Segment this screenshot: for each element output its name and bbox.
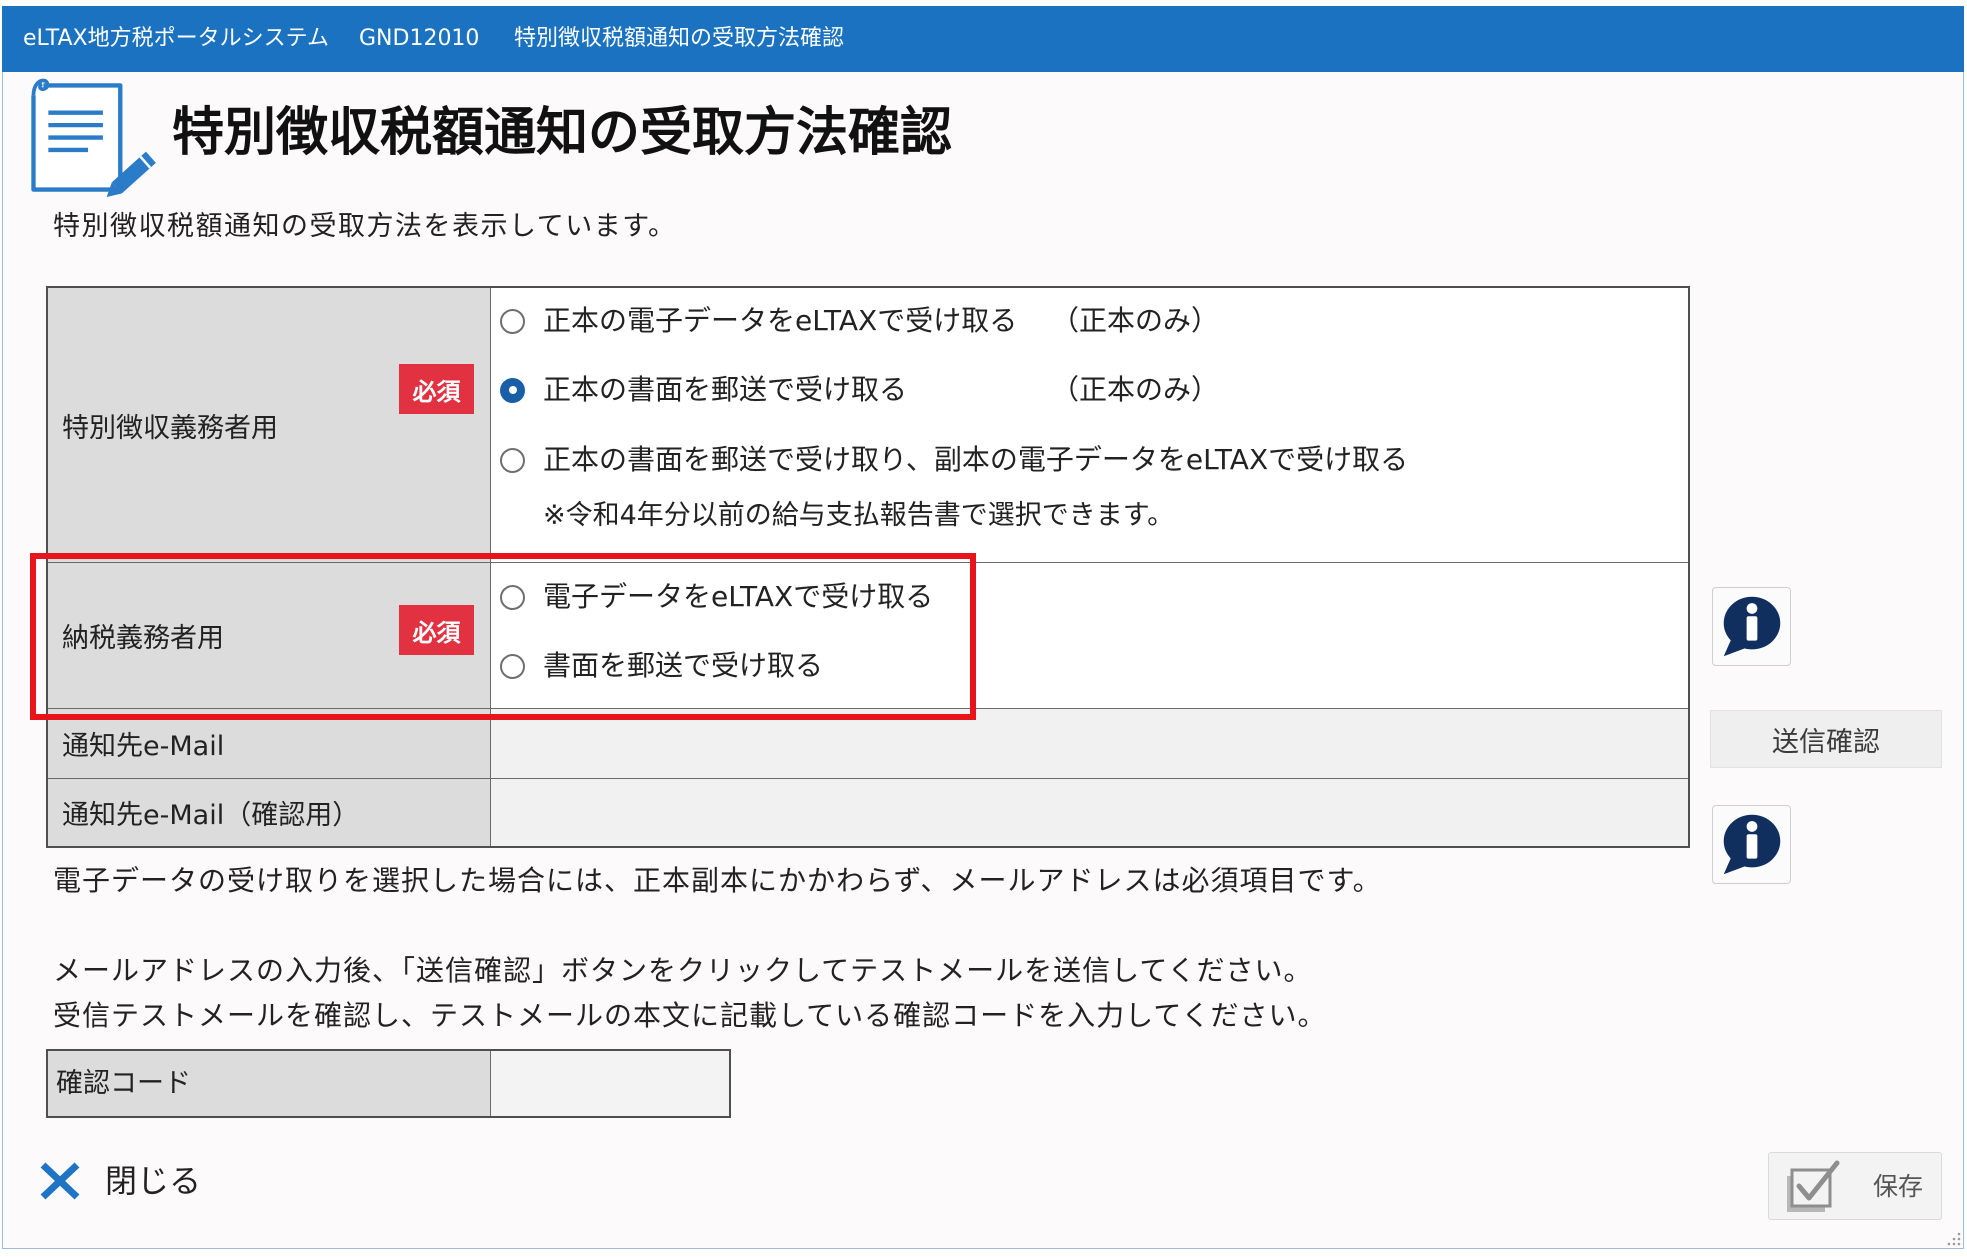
radio-option-label: 正本の電子データをeLTAXで受け取る	[543, 304, 1018, 337]
special-collector-label: 特別徴収義務者用	[62, 412, 278, 444]
receipt-method-table: 特別徴収義務者用 必須 正本の電子データをeLTAXで受け取る （正本のみ） 正…	[46, 286, 1690, 848]
resize-grip-icon[interactable]	[1946, 1231, 1962, 1247]
email-cell	[491, 709, 1688, 779]
email-label: 通知先e-Mail	[62, 731, 225, 762]
email-confirm-label: 通知先e-Mail（確認用）	[62, 800, 360, 831]
option-note: ※令和4年分以前の給与支払報告書で選択できます。	[543, 500, 1175, 531]
label-cell-special-collector: 特別徴収義務者用 必須	[48, 288, 491, 563]
email-input[interactable]	[491, 709, 1688, 778]
info-icon	[1713, 588, 1790, 665]
taxpayer-label: 納税義務者用	[62, 623, 224, 654]
required-badge: 必須	[399, 364, 474, 414]
save-button[interactable]: 保存	[1768, 1152, 1942, 1220]
radio-button[interactable]	[500, 377, 525, 403]
instruction-text: メールアドレスの入力後、「送信確認」ボタンをクリックしてテストメールを送信してく…	[53, 954, 1313, 987]
document-edit-icon	[28, 78, 158, 202]
special-collector-options: 正本の電子データをeLTAXで受け取る （正本のみ） 正本の書面を郵送で受け取る…	[491, 288, 1688, 563]
radio-option-original-paper[interactable]: 正本の書面を郵送で受け取る （正本のみ）	[500, 372, 1680, 408]
info-button-taxpayer[interactable]	[1712, 587, 1791, 666]
close-button[interactable]: 閉じる	[38, 1158, 208, 1204]
confirm-code-cell	[491, 1051, 729, 1116]
radio-option-label: 正本の書面を郵送で受け取る	[543, 373, 908, 406]
save-check-icon	[1783, 1158, 1843, 1216]
page-title: 特別徴収税額通知の受取方法確認	[172, 103, 953, 163]
radio-option-label: 正本の書面を郵送で受け取り、副本の電子データをeLTAXで受け取る	[543, 443, 1409, 476]
radio-button[interactable]	[500, 308, 525, 334]
label-cell-email-confirm: 通知先e-Mail（確認用）	[48, 779, 491, 846]
radio-button[interactable]	[500, 653, 525, 679]
save-label: 保存	[1873, 1172, 1924, 1201]
app-name: eLTAX地方税ポータルシステム	[23, 26, 329, 51]
app-window: eLTAX地方税ポータルシステム GND12010 特別徴収税額通知の受取方法確…	[0, 0, 1967, 1257]
confirm-code-table: 確認コード	[46, 1049, 731, 1118]
radio-option-suffix: （正本のみ）	[1051, 304, 1220, 337]
info-button-email[interactable]	[1712, 805, 1791, 884]
radio-option-original-electronic[interactable]: 正本の電子データをeLTAXで受け取る （正本のみ）	[500, 303, 1680, 339]
title-bar: eLTAX地方税ポータルシステム GND12010 特別徴収税額通知の受取方法確…	[2, 6, 1964, 72]
page-description: 特別徴収税額通知の受取方法を表示しています。	[53, 211, 677, 242]
send-confirm-button[interactable]: 送信確認	[1710, 710, 1942, 768]
info-icon	[1713, 806, 1790, 883]
confirm-code-input[interactable]	[491, 1051, 729, 1116]
radio-option-label: 電子データをeLTAXで受け取る	[543, 580, 934, 613]
taxpayer-options: 電子データをeLTAXで受け取る 書面を郵送で受け取る	[491, 563, 1688, 709]
close-icon	[38, 1160, 82, 1202]
radio-option-paper-and-electronic-copy[interactable]: 正本の書面を郵送で受け取り、副本の電子データをeLTAXで受け取る	[500, 442, 1680, 478]
email-confirm-cell	[491, 779, 1688, 846]
screen-id: GND12010	[359, 26, 480, 51]
radio-option-electronic[interactable]: 電子データをeLTAXで受け取る	[500, 579, 1680, 615]
email-confirm-input[interactable]	[491, 779, 1688, 846]
radio-option-paper[interactable]: 書面を郵送で受け取る	[500, 648, 1680, 684]
radio-button[interactable]	[500, 447, 525, 473]
screen-title: 特別徴収税額通知の受取方法確認	[514, 26, 845, 51]
close-label: 閉じる	[105, 1162, 202, 1200]
radio-option-suffix: （正本のみ）	[1051, 373, 1220, 406]
label-cell-taxpayer: 納税義務者用 必須	[48, 563, 491, 709]
label-cell-email: 通知先e-Mail	[48, 709, 491, 779]
required-badge: 必須	[399, 605, 474, 655]
radio-option-label: 書面を郵送で受け取る	[543, 649, 824, 682]
confirm-code-label: 確認コード	[48, 1051, 491, 1116]
radio-button[interactable]	[500, 584, 525, 610]
instruction-text: 電子データの受け取りを選択した場合には、正本副本にかかわらず、メールアドレスは必…	[53, 864, 1382, 897]
instruction-text: 受信テストメールを確認し、テストメールの本文に記載している確認コードを入力してく…	[53, 999, 1327, 1032]
